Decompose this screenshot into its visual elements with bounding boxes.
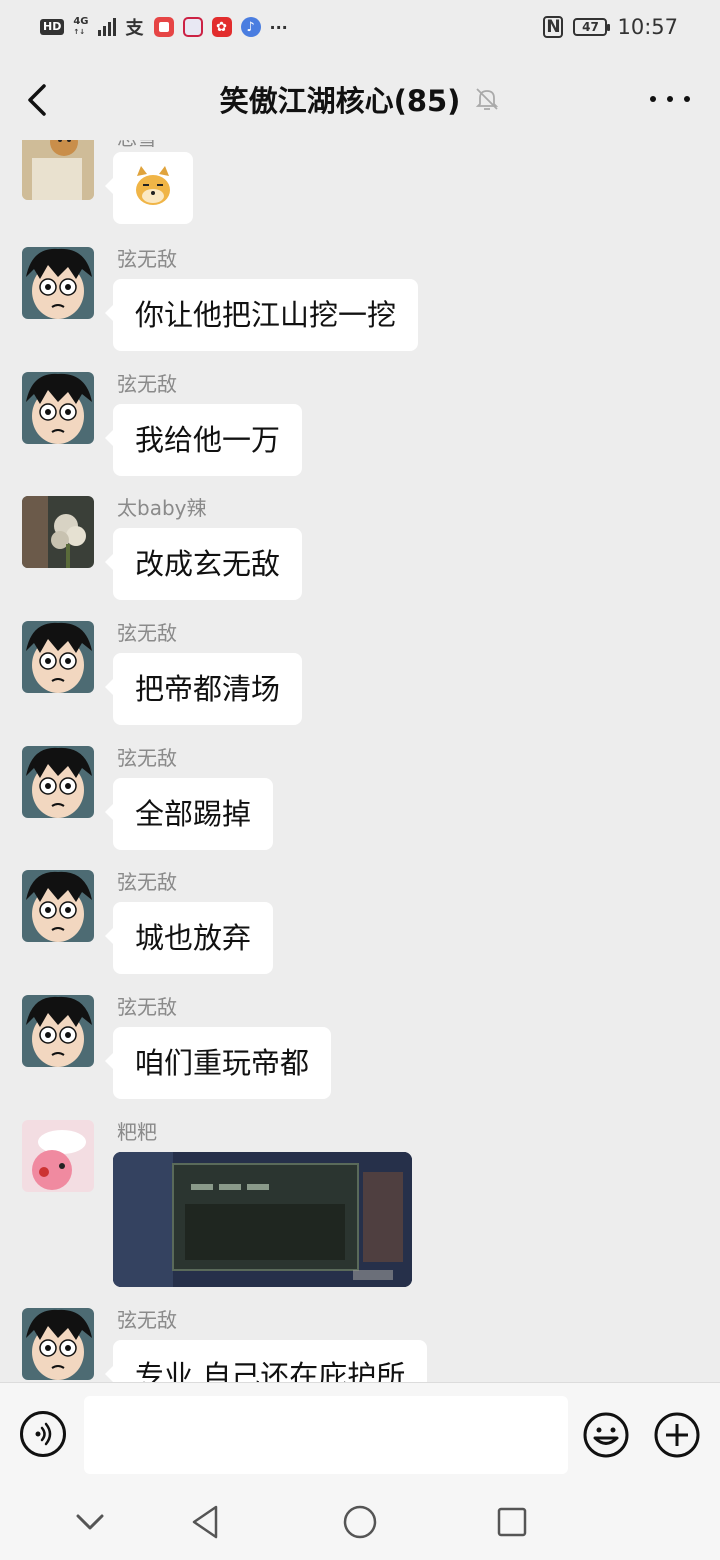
- luffy-avatar-image: [22, 746, 94, 818]
- signal-icon: [97, 18, 116, 36]
- emoji-button[interactable]: [582, 1411, 630, 1459]
- sender-name: 弦无敌: [117, 995, 177, 1019]
- game-screenshot-image: [113, 1152, 412, 1287]
- system-nav-bar: [0, 1484, 720, 1560]
- luffy-avatar[interactable]: [22, 870, 94, 942]
- nav-recents-button[interactable]: [492, 1502, 532, 1542]
- circle-home-icon: [343, 1505, 377, 1539]
- sender-name: 弦无敌: [117, 247, 177, 271]
- plus-icon: [654, 1412, 700, 1458]
- muted-bell-icon: [476, 88, 499, 110]
- message-bubble[interactable]: 你让他把江山挖一挖: [104, 279, 419, 351]
- message-list[interactable]: 忘雪 弦无敌 你: [0, 140, 720, 1382]
- hd-indicator: HD: [40, 19, 65, 35]
- sticker-bubble[interactable]: [105, 152, 193, 224]
- doge-sticker-icon: [136, 166, 170, 205]
- luffy-avatar-image: [22, 372, 94, 444]
- clock: 10:57: [617, 15, 678, 39]
- battery-icon: 47: [573, 18, 611, 36]
- more-actions-button[interactable]: [653, 1411, 701, 1459]
- sender-name: 弦无敌: [117, 621, 177, 645]
- message-bubble[interactable]: 改成玄无敌: [104, 528, 303, 600]
- pink-cartoon-avatar[interactable]: [22, 1120, 94, 1192]
- luffy-avatar[interactable]: [22, 372, 94, 444]
- dog-avatar[interactable]: [22, 140, 94, 200]
- status-bar: HD 4G ↑↓ 支 ✿ ♪ ··· N 47 10:57: [0, 0, 720, 56]
- voice-icon: [35, 1422, 52, 1446]
- dot: [684, 96, 690, 102]
- voice-button[interactable]: [20, 1411, 66, 1457]
- luffy-avatar-image: [22, 870, 94, 942]
- sender-name: 弦无敌: [117, 870, 177, 894]
- more-options-button[interactable]: [650, 84, 690, 114]
- message-bubble[interactable]: 把帝都清场: [104, 653, 303, 725]
- red-app-icon: [153, 17, 174, 37]
- triangle-back-icon: [192, 1505, 218, 1539]
- luffy-avatar[interactable]: [22, 621, 94, 693]
- flower-avatar[interactable]: [22, 496, 94, 568]
- status-right: N 47 10:57: [543, 14, 678, 40]
- dot: [667, 96, 673, 102]
- luffy-avatar-image: [22, 995, 94, 1067]
- sender-name: 粑粑: [117, 1120, 157, 1144]
- sender-name: 弦无敌: [117, 746, 177, 770]
- luffy-avatar[interactable]: [22, 746, 94, 818]
- pink-cartoon-avatar-image: [22, 1120, 94, 1192]
- sender-name: 忘雪: [117, 140, 157, 151]
- message-bubble[interactable]: 我给他一万: [104, 404, 303, 476]
- pinduoduo-icon: ✿: [211, 17, 232, 37]
- network-type: 4G: [73, 16, 89, 27]
- title-area: 笑傲江湖核心(85): [0, 78, 720, 120]
- luffy-avatar[interactable]: [22, 1308, 94, 1380]
- nav-home-button[interactable]: [340, 1502, 380, 1542]
- nav-collapse-button[interactable]: [70, 1502, 110, 1542]
- message-bubble[interactable]: 城也放弃: [104, 902, 274, 974]
- dot: [650, 96, 656, 102]
- message-bubble[interactable]: 全部踢掉: [104, 778, 274, 850]
- flower-avatar-image: [22, 496, 94, 568]
- square-recents-icon: [497, 1507, 527, 1537]
- image-message[interactable]: [113, 1152, 412, 1287]
- message-bubble[interactable]: 专业 自己还在庇护所: [104, 1340, 428, 1382]
- status-left: HD 4G ↑↓ 支 ✿ ♪ ···: [40, 14, 288, 40]
- luffy-avatar[interactable]: [22, 995, 94, 1067]
- chevron-down-icon: [76, 1514, 104, 1530]
- input-bar: [0, 1382, 720, 1485]
- dog-avatar-image: [22, 140, 94, 200]
- luffy-avatar-image: [22, 1308, 94, 1380]
- nav-back-button[interactable]: [186, 1502, 226, 1542]
- message-bubble[interactable]: 咱们重玩帝都: [104, 1027, 332, 1099]
- network-activity: ↑↓: [73, 28, 86, 36]
- emoji-icon: [583, 1412, 629, 1458]
- sender-name: 弦无敌: [117, 372, 177, 396]
- sender-name: 太baby辣: [117, 496, 207, 520]
- sender-name: 弦无敌: [117, 1308, 177, 1332]
- more-notifications-icon: ···: [269, 17, 288, 37]
- music-icon: ♪: [240, 17, 261, 37]
- message-input[interactable]: [84, 1396, 568, 1474]
- nfc-icon: N: [543, 16, 564, 38]
- alipay-icon: 支: [125, 18, 144, 39]
- network-indicator: 4G ↑↓: [73, 17, 88, 37]
- luffy-avatar[interactable]: [22, 247, 94, 319]
- luffy-avatar-image: [22, 247, 94, 319]
- chat-title: 笑傲江湖核心(85): [219, 84, 461, 118]
- chat-header: 笑傲江湖核心(85): [0, 56, 720, 140]
- luffy-avatar-image: [22, 621, 94, 693]
- bilibili-icon: [182, 17, 203, 37]
